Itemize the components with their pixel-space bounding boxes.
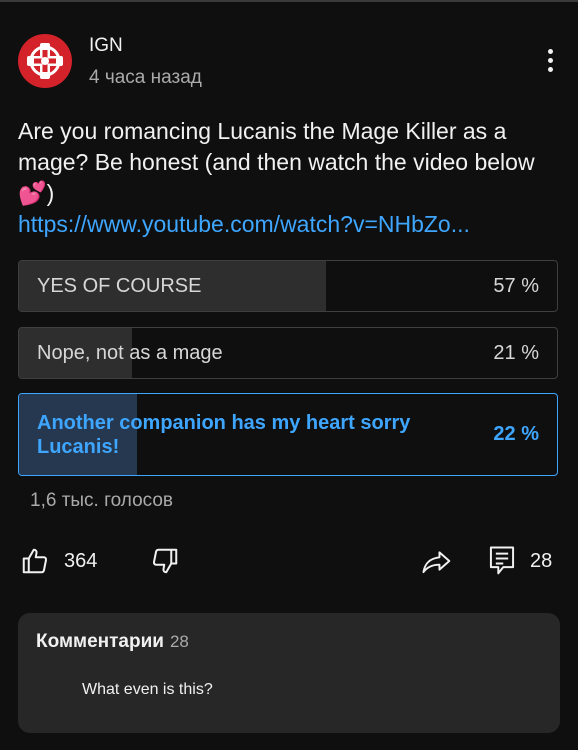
comments-title-count: 28 <box>169 632 189 651</box>
poll-option-3[interactable]: Another companion has my heart sorry Luc… <box>18 393 558 476</box>
poll-option-2-label: Nope, not as a mage <box>37 341 223 364</box>
dislike-button[interactable] <box>150 540 180 582</box>
like-count: 364 <box>64 549 98 572</box>
post-text: Are you romancing Lucanis the Mage Kille… <box>18 118 535 206</box>
channel-avatar[interactable] <box>18 34 72 88</box>
post-body: Are you romancing Lucanis the Mage Kille… <box>18 116 563 240</box>
comments-title: Комментарии 28 <box>36 631 189 653</box>
post-header: IGN 4 часа назад <box>18 34 560 94</box>
post-link[interactable]: https://www.youtube.com/watch?v=NHbZo... <box>18 209 563 240</box>
more-options-icon[interactable] <box>540 46 560 76</box>
comments-button[interactable]: 28 <box>488 540 552 582</box>
poll-option-1-label: YES OF COURSE <box>37 274 202 297</box>
thumbs-down-icon <box>152 548 178 574</box>
poll-vote-count: 1,6 тыс. голосов <box>30 490 174 511</box>
thumbs-up-icon <box>22 548 48 574</box>
top-divider <box>0 0 578 8</box>
poll-option-1-percent: 57 % <box>493 274 539 297</box>
share-icon <box>422 551 451 574</box>
poll-option-1[interactable]: YES OF COURSE 57 % <box>18 260 558 312</box>
action-bar: 364 28 <box>0 540 578 582</box>
comments-panel[interactable]: Комментарии 28 What even is this? <box>18 613 560 733</box>
share-button[interactable] <box>421 540 453 582</box>
comment-icon <box>489 546 515 575</box>
comment-count: 28 <box>530 549 553 572</box>
poll-option-2[interactable]: Nope, not as a mage 21 % <box>18 327 558 379</box>
like-button[interactable]: 364 <box>20 540 97 582</box>
post-time: 4 часа назад <box>89 67 202 88</box>
poll-option-3-percent: 22 % <box>493 423 539 445</box>
comment-preview: What even is this? <box>82 681 213 698</box>
poll-option-2-percent: 21 % <box>493 341 539 364</box>
channel-name[interactable]: IGN <box>89 35 123 57</box>
poll-option-3-label: Another companion has my heart sorry Luc… <box>37 411 411 458</box>
ign-logo-icon <box>27 43 63 79</box>
comments-title-text: Комментарии <box>36 631 164 652</box>
